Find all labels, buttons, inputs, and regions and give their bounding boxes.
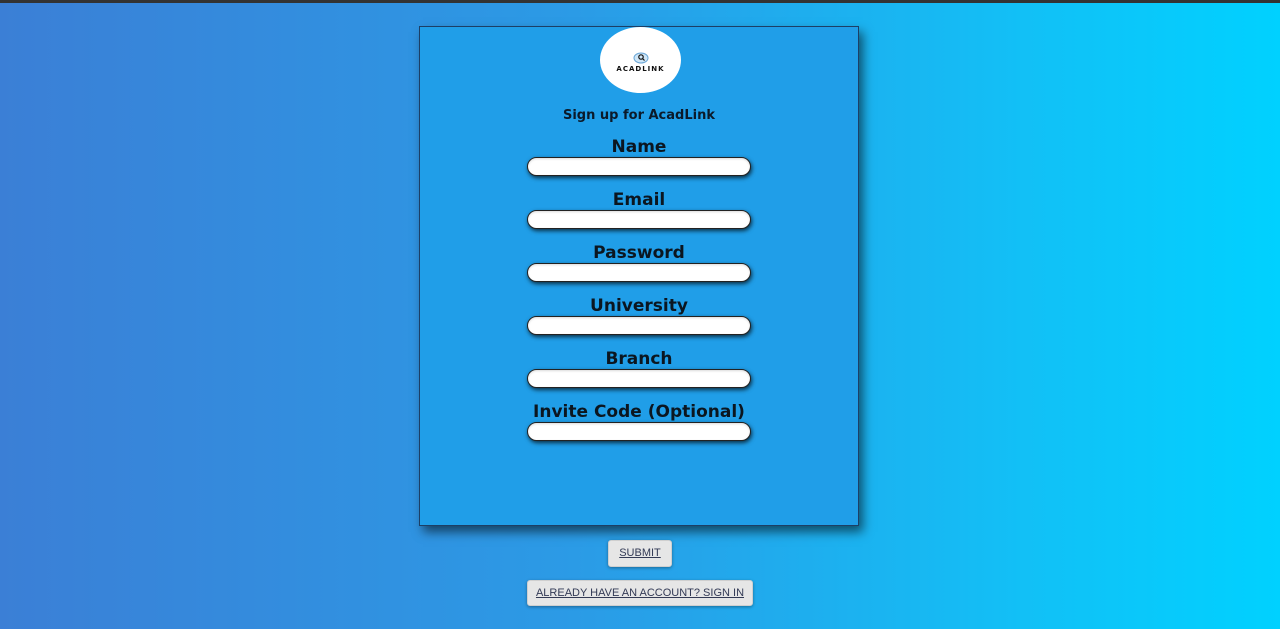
email-label: Email bbox=[612, 190, 666, 210]
invite-code-field-group: Invite Code (Optional) bbox=[420, 402, 858, 441]
branch-input[interactable] bbox=[527, 369, 751, 388]
top-bar bbox=[0, 0, 1280, 3]
logo-mark-icon bbox=[633, 52, 648, 63]
sign-in-link-button[interactable]: ALREADY HAVE AN ACCOUNT? SIGN IN bbox=[527, 580, 753, 606]
name-label: Name bbox=[611, 137, 667, 157]
password-input[interactable] bbox=[527, 263, 751, 282]
email-field-group: Email bbox=[420, 190, 858, 229]
submit-button[interactable]: SUBMIT bbox=[608, 540, 672, 567]
password-label: Password bbox=[593, 243, 685, 263]
branch-field-group: Branch bbox=[420, 349, 858, 388]
university-field-group: University bbox=[420, 296, 858, 335]
invite-code-input[interactable] bbox=[527, 422, 751, 441]
name-input[interactable] bbox=[527, 157, 751, 176]
university-input[interactable] bbox=[527, 316, 751, 335]
invite-code-label: Invite Code (Optional) bbox=[533, 402, 745, 422]
password-field-group: Password bbox=[420, 243, 858, 282]
university-label: University bbox=[590, 296, 688, 316]
email-input[interactable] bbox=[527, 210, 751, 229]
form-title: Sign up for AcadLink bbox=[562, 108, 715, 123]
branch-label: Branch bbox=[605, 349, 673, 369]
signup-card: ACADLINK Sign up for AcadLink Name Email… bbox=[419, 26, 859, 526]
logo-wordmark: ACADLINK bbox=[616, 64, 665, 73]
name-field-group: Name bbox=[420, 137, 858, 176]
acadlink-logo: ACADLINK bbox=[600, 27, 681, 93]
